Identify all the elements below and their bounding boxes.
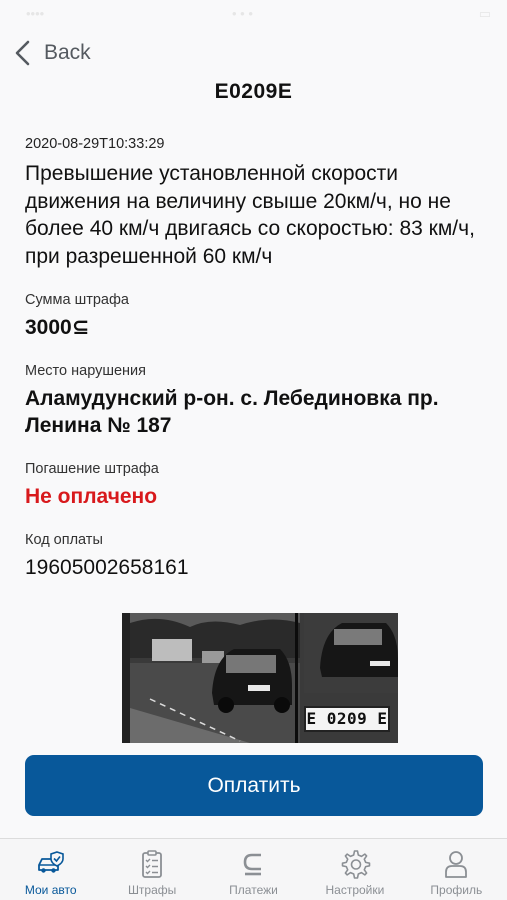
tab-bar: Мои авто Штрафы Платежи Настройки Профил… xyxy=(0,838,507,900)
payment-code-field: Код оплаты 19605002658161 xyxy=(25,532,485,581)
back-button[interactable]: Back xyxy=(14,38,91,68)
status-bar-center: • • • xyxy=(232,6,253,21)
violation-details: 2020-08-29T10:33:29 Превышение установле… xyxy=(25,136,485,581)
payment-code-value: 19605002658161 xyxy=(25,556,189,579)
person-icon xyxy=(445,851,468,878)
status-bar: •••• • • • ▭ xyxy=(0,0,507,26)
tab-label: Штрафы xyxy=(127,883,177,897)
violation-datetime: 2020-08-29T10:33:29 xyxy=(25,136,165,152)
payment-status-label: Погашение штрафа xyxy=(25,461,159,477)
screen: •••• • • • ▭ Back E0209E 2020-08-29T10:3… xyxy=(0,0,507,900)
tab-fines[interactable]: Штрафы xyxy=(101,839,202,900)
tab-label: Профиль xyxy=(430,883,483,897)
tab-payments[interactable]: Платежи xyxy=(203,839,304,900)
chevron-left-icon xyxy=(15,40,30,66)
payment-status-value: Не оплачено xyxy=(25,485,158,508)
car-shield-icon xyxy=(37,851,64,873)
clipboard-checklist-icon xyxy=(142,850,163,878)
tab-settings[interactable]: Настройки xyxy=(304,839,405,900)
currency-som-icon xyxy=(243,853,261,876)
payment-status-field: Погашение штрафа Не оплачено xyxy=(25,461,485,510)
fine-amount-value: 3000⊆ xyxy=(25,316,90,339)
license-plate-crop: E 0209 E xyxy=(304,706,390,732)
payment-code-label: Код оплаты xyxy=(25,532,103,548)
nav-bar: Back xyxy=(0,30,507,74)
violation-description: Превышение установленной скорости движен… xyxy=(25,162,475,268)
tab-profile[interactable]: Профиль xyxy=(406,839,507,900)
page-title: E0209E xyxy=(214,80,293,103)
violation-place-label: Место нарушения xyxy=(25,363,147,379)
fine-amount-label: Сумма штрафа xyxy=(25,292,129,308)
photo-divider xyxy=(295,613,298,743)
violation-place-value: Аламудунский р-он. с. Лебединовка пр. Ле… xyxy=(25,387,439,437)
tab-label: Платежи xyxy=(229,883,278,897)
status-bar-left: •••• xyxy=(26,6,45,21)
fine-amount-field: Сумма штрафа 3000⊆ xyxy=(25,292,485,341)
violation-place-field: Место нарушения Аламудунский р-он. с. Ле… xyxy=(25,363,485,439)
tab-my-cars[interactable]: Мои авто xyxy=(0,839,101,900)
tab-label: Настройки xyxy=(325,883,385,897)
tab-label: Мои авто xyxy=(24,883,77,897)
battery-icon: ▭ xyxy=(478,6,491,21)
pay-button[interactable]: Оплатить xyxy=(25,755,483,816)
gear-icon xyxy=(341,850,371,879)
back-label: Back xyxy=(44,41,91,64)
